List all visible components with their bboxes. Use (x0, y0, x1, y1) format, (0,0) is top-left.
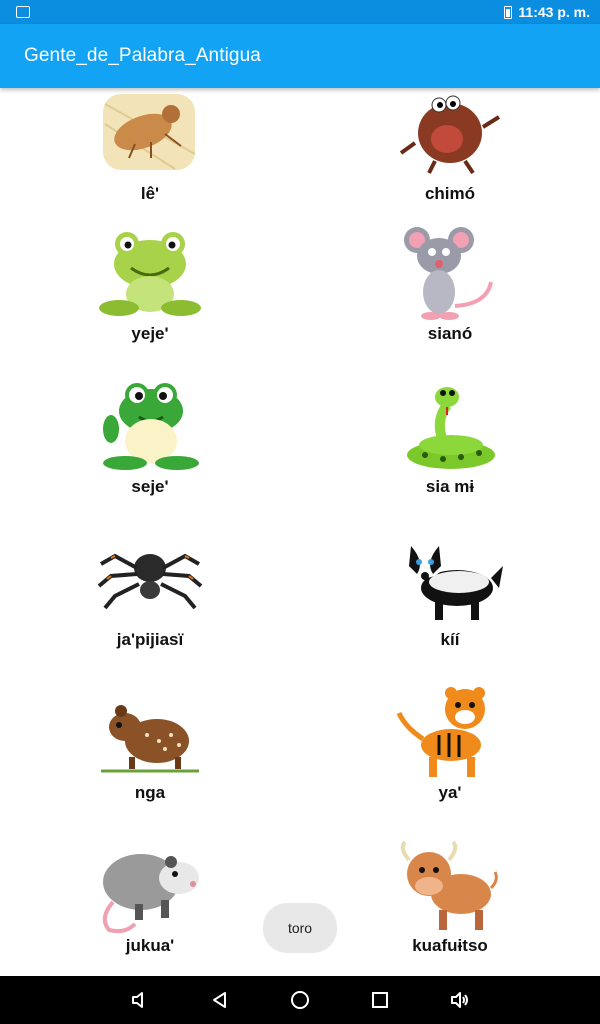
animal-card-2[interactable]: chimó (300, 88, 600, 241)
animal-label: seje' (131, 477, 169, 496)
opossum-icon (95, 840, 205, 934)
animal-grid[interactable]: lê' chimó yeje' sianó seje' sia mɨ ja'pi… (0, 88, 600, 976)
spider-icon (95, 534, 205, 626)
waving-frog-icon (95, 381, 205, 473)
cicada-larva-icon (95, 88, 205, 180)
home-button[interactable] (290, 990, 310, 1010)
green-frog-icon (95, 228, 205, 320)
badger-icon (395, 534, 505, 626)
animal-label: chimó (424, 184, 476, 203)
animal-label: nga (134, 783, 166, 802)
animal-card-7[interactable]: ja'pijiasï (0, 534, 300, 687)
animal-label: kuafuɨtso (412, 936, 488, 955)
recents-button[interactable] (370, 990, 390, 1010)
navigation-bar (0, 976, 600, 1024)
app-bar: Gente_de_Palabra_Antigua (0, 24, 600, 88)
animal-card-4[interactable]: sianó (300, 227, 600, 381)
animal-label: ya' (438, 783, 462, 802)
status-bar: 11:43 p. m. (0, 0, 600, 24)
animal-card-12[interactable]: kuafuɨtso (300, 840, 600, 976)
animal-card-10[interactable]: ya' (300, 687, 600, 840)
back-icon (213, 992, 226, 1008)
volume-down-icon (132, 992, 143, 1008)
back-button[interactable] (210, 990, 230, 1010)
animal-label: ja'pijiasï (116, 630, 184, 649)
mouse-icon (395, 227, 505, 320)
toast-message: toro (263, 903, 337, 953)
animal-card-5[interactable]: seje' (0, 381, 300, 534)
cockroach-icon (395, 88, 505, 180)
animal-card-1[interactable]: lê' (0, 88, 300, 241)
recents-icon (372, 992, 388, 1008)
animal-card-3[interactable]: yeje' (0, 228, 300, 381)
snake-icon (395, 381, 505, 473)
animal-card-11[interactable]: jukua' (0, 840, 300, 976)
animal-card-9[interactable]: nga (0, 687, 300, 840)
animal-label: sia mɨ (425, 477, 475, 496)
volume-up-button[interactable] (450, 990, 470, 1010)
volume-down-button[interactable] (130, 990, 150, 1010)
animal-label: yeje' (131, 324, 169, 343)
paca-icon (95, 687, 205, 779)
home-icon (291, 991, 309, 1009)
bull-icon (395, 840, 505, 932)
animal-label: sianó (427, 324, 473, 343)
tiger-icon (395, 687, 505, 779)
animal-label: kíí (440, 630, 460, 649)
animal-card-6[interactable]: sia mɨ (300, 381, 600, 534)
screen: 11:43 p. m. Gente_de_Palabra_Antigua lê' (0, 0, 600, 1024)
animal-card-8[interactable]: kíí (300, 534, 600, 687)
animal-label: jukua' (125, 936, 175, 955)
battery-icon (504, 5, 513, 19)
volume-up-icon (451, 992, 468, 1008)
status-time: 11:43 p. m. (518, 4, 590, 20)
gallery-notification-icon (16, 6, 30, 18)
animal-label: lê' (140, 184, 160, 203)
app-title: Gente_de_Palabra_Antigua (24, 45, 261, 66)
